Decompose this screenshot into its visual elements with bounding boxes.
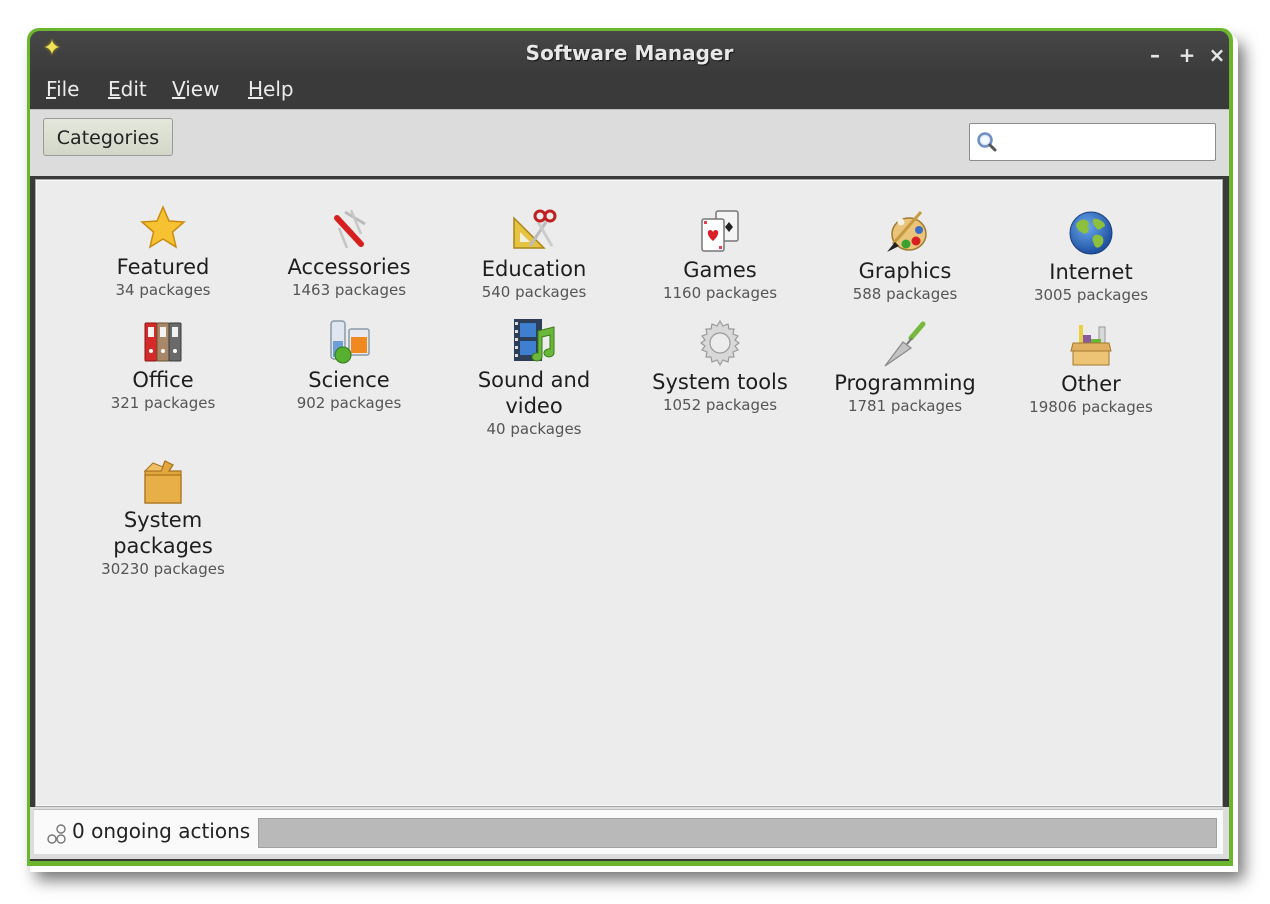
menu-bar: File Edit View Help xyxy=(30,73,1229,109)
menu-view[interactable]: View xyxy=(172,77,219,101)
film-music-icon xyxy=(514,319,555,362)
gear-icon xyxy=(700,319,740,367)
menu-view-label: iew xyxy=(185,77,220,101)
category-count: 540 packages xyxy=(481,283,587,301)
title-bar[interactable]: ✦ Software Manager – + × xyxy=(30,31,1229,73)
trowel-icon xyxy=(884,321,926,367)
category-name: Internet xyxy=(1049,260,1133,284)
category-count: 1052 packages xyxy=(662,396,778,414)
category-system-packages[interactable]: System packages 30230 packages xyxy=(78,457,248,579)
category-name: Other xyxy=(1061,372,1121,396)
menu-file-mnemonic: F xyxy=(46,77,57,101)
toolbox-icon xyxy=(1070,325,1112,366)
category-accessories[interactable]: Accessories 1463 packages xyxy=(264,204,434,300)
category-other[interactable]: Other 19806 packages xyxy=(1006,321,1176,417)
beakers-icon xyxy=(330,320,370,364)
package-box-icon xyxy=(143,460,182,504)
category-count: 321 packages xyxy=(110,394,216,412)
category-games[interactable]: Games 1160 packages xyxy=(635,207,805,303)
category-name: Games xyxy=(683,258,757,282)
menu-edit[interactable]: Edit xyxy=(108,77,147,101)
menu-help-label: elp xyxy=(263,77,294,101)
category-count: 3005 packages xyxy=(1033,286,1149,304)
globe-icon xyxy=(1069,211,1113,255)
window-title: Software Manager xyxy=(525,41,734,65)
category-count: 1463 packages xyxy=(291,281,407,299)
categories-panel: Featured 34 packages Accessories 1463 pa… xyxy=(35,179,1223,807)
paint-palette-icon xyxy=(887,211,927,252)
gears-icon xyxy=(47,824,66,844)
category-name: Programming xyxy=(834,371,976,395)
category-name: Education xyxy=(481,257,587,281)
category-count: 19806 packages xyxy=(1029,398,1153,416)
category-office[interactable]: Office 321 packages xyxy=(78,317,248,413)
star-icon xyxy=(140,205,186,249)
window-body: ✦ Software Manager – + × File Edit View … xyxy=(30,31,1229,861)
categories-button[interactable]: Categories xyxy=(43,118,173,156)
category-count: 30230 packages xyxy=(101,560,225,578)
category-count: 588 packages xyxy=(852,285,958,303)
app-window: ✦ Software Manager – + × File Edit View … xyxy=(27,28,1233,866)
search-field[interactable] xyxy=(969,123,1216,161)
menu-help-mnemonic: H xyxy=(248,77,264,101)
category-name: System packages xyxy=(113,508,213,558)
search-input[interactable] xyxy=(1002,128,1209,158)
binders-icon xyxy=(144,322,182,362)
category-system-tools[interactable]: System tools 1052 packages xyxy=(635,319,805,415)
maximize-button[interactable]: + xyxy=(1175,43,1199,67)
category-programming[interactable]: Programming 1781 packages xyxy=(820,320,990,416)
category-graphics[interactable]: Graphics 588 packages xyxy=(820,208,990,304)
category-count: 902 packages xyxy=(296,394,402,412)
category-count: 1781 packages xyxy=(847,397,963,415)
category-count: 40 packages xyxy=(486,420,582,438)
status-area: 0 ongoing actions xyxy=(34,809,1223,854)
toolbar: Categories xyxy=(30,109,1229,176)
status-bar: 0 ongoing actions xyxy=(30,807,1229,859)
ruler-scissors-icon xyxy=(513,209,557,249)
category-sound-and-video[interactable]: Sound and video 40 packages xyxy=(449,317,619,439)
category-name: Accessories xyxy=(287,255,411,279)
menu-edit-label: dit xyxy=(120,77,147,101)
progress-bar xyxy=(258,818,1217,848)
menu-view-mnemonic: V xyxy=(172,77,186,101)
swiss-knife-icon xyxy=(334,209,366,249)
menu-edit-mnemonic: E xyxy=(108,77,121,101)
menu-file-label: ile xyxy=(56,77,80,101)
category-name: Graphics xyxy=(858,259,952,283)
minimize-button[interactable]: – xyxy=(1143,43,1167,67)
category-name: System tools xyxy=(652,370,788,394)
category-count: 1160 packages xyxy=(662,284,778,302)
close-button[interactable]: × xyxy=(1205,43,1229,67)
category-featured[interactable]: Featured 34 packages xyxy=(78,204,248,300)
playing-cards-icon xyxy=(701,210,739,252)
menu-file[interactable]: File xyxy=(46,77,79,101)
category-name: Featured xyxy=(116,255,210,279)
ongoing-actions-label: 0 ongoing actions xyxy=(72,819,251,843)
search-icon xyxy=(977,132,997,152)
category-science[interactable]: Science 902 packages xyxy=(264,317,434,413)
category-education[interactable]: Education 540 packages xyxy=(449,206,619,302)
category-name: Office xyxy=(132,368,194,392)
category-name: Sound and video xyxy=(477,368,591,418)
category-name: Science xyxy=(308,368,390,392)
category-internet[interactable]: Internet 3005 packages xyxy=(1006,209,1176,305)
menu-help[interactable]: Help xyxy=(248,77,294,101)
category-count: 34 packages xyxy=(115,281,211,299)
